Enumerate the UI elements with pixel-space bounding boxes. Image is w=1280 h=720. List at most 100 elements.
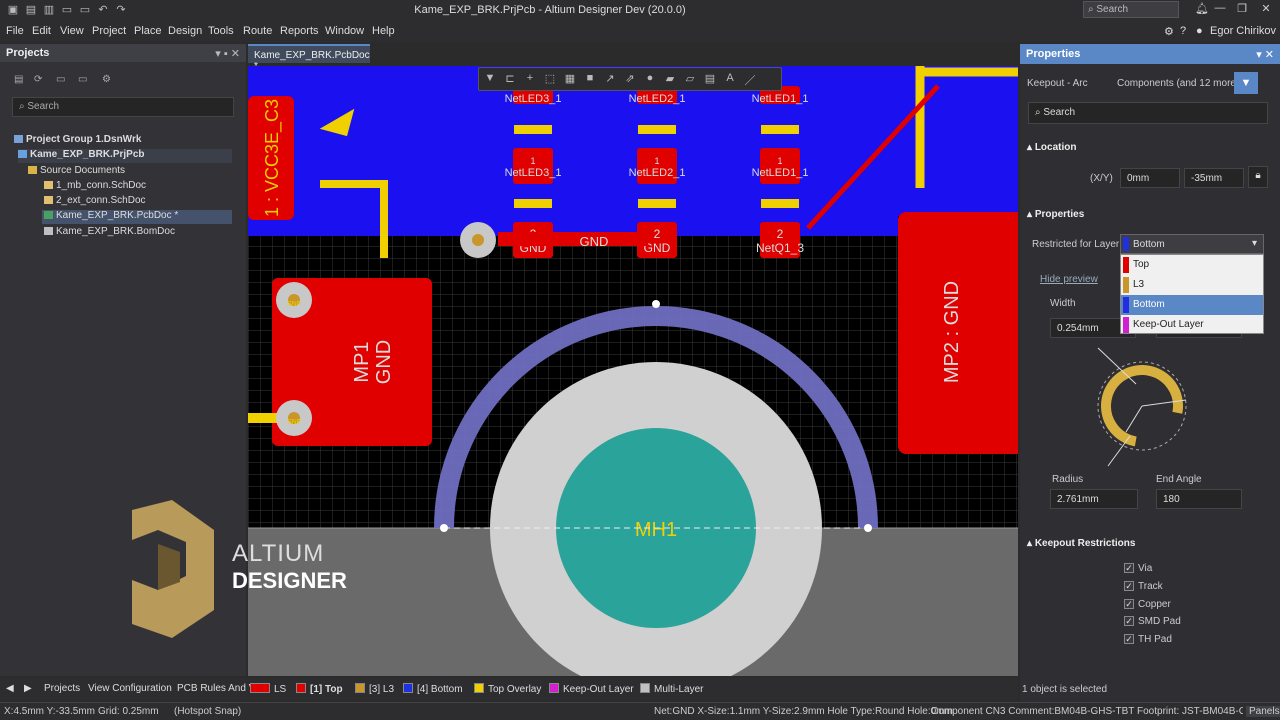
layer-swatch: [1123, 277, 1129, 293]
minimize-button[interactable]: —: [1210, 2, 1230, 18]
menu-window[interactable]: Window: [325, 25, 364, 37]
projects-search-input[interactable]: ⌕ Search: [12, 97, 234, 117]
tree-item-schdoc-2[interactable]: 2_ext_conn.SchDoc: [44, 195, 146, 209]
refresh-icon[interactable]: ⟳: [34, 74, 46, 86]
layer-swatch: [1123, 237, 1129, 251]
chart-icon[interactable]: ▤: [703, 72, 717, 85]
open-folder-icon[interactable]: ▭: [56, 74, 68, 86]
location-section-header[interactable]: ▴ Location: [1027, 142, 1076, 153]
layer-tab-keepout[interactable]: Keep-Out Layer: [549, 683, 634, 695]
menu-route[interactable]: Route: [243, 25, 272, 37]
layer-swatch: [474, 683, 484, 693]
select-icon[interactable]: ⊏: [503, 72, 517, 85]
panel-controls[interactable]: ▾ ✕: [1256, 48, 1274, 61]
document-tab[interactable]: Kame_EXP_BRK.PcbDoc *: [248, 44, 370, 72]
user-avatar-icon[interactable]: ●: [1196, 25, 1203, 37]
th-pad-checkbox[interactable]: ✓: [1124, 634, 1134, 644]
menu-place[interactable]: Place: [134, 25, 162, 37]
close-button[interactable]: ✕: [1256, 2, 1276, 18]
arc-handle: [652, 300, 660, 308]
select-area-icon[interactable]: ⬚: [543, 72, 557, 85]
filter-summary[interactable]: Components (and 12 more): [1117, 78, 1239, 89]
notifications-icon[interactable]: 🔔︎: [1192, 2, 1212, 18]
layer-option-bottom[interactable]: Bottom: [1121, 295, 1263, 315]
maximize-button[interactable]: ❐: [1232, 2, 1252, 18]
tab-projects[interactable]: Projects: [44, 683, 80, 694]
menu-reports[interactable]: Reports: [280, 25, 319, 37]
user-name[interactable]: Egor Chirikov: [1210, 25, 1276, 37]
object-type: Keepout - Arc: [1027, 78, 1088, 89]
diff-pair-icon[interactable]: ⇗: [623, 72, 637, 85]
menu-help[interactable]: Help: [372, 25, 395, 37]
route-icon[interactable]: ↗: [603, 72, 617, 85]
end-angle-label: End Angle: [1156, 474, 1202, 485]
end-angle-field[interactable]: 180: [1156, 489, 1242, 509]
layer-tab-ls[interactable]: LS: [250, 683, 286, 695]
properties-section-header[interactable]: ▴ Properties: [1027, 209, 1084, 220]
layer-tab-l3[interactable]: [3] L3: [355, 683, 394, 695]
lock-icon[interactable]: 🔒︎: [1248, 166, 1268, 188]
scroll-right-icon[interactable]: ▶: [24, 683, 32, 694]
layer-swatch: [549, 683, 559, 693]
component-icon[interactable]: ■: [583, 72, 597, 84]
layer-tab-bottom[interactable]: [4] Bottom: [403, 683, 463, 695]
smd-pad-checkbox[interactable]: ✓: [1124, 616, 1134, 626]
tab-pcb-rules[interactable]: PCB Rules And V: [177, 683, 255, 694]
via-icon[interactable]: ●: [643, 72, 657, 84]
scroll-left-icon[interactable]: ◀: [6, 683, 14, 694]
tree-item-project[interactable]: Kame_EXP_BRK.PrjPcb: [18, 149, 232, 163]
hide-preview-link[interactable]: Hide preview: [1040, 274, 1098, 285]
tree-item-bomdoc[interactable]: Kame_EXP_BRK.BomDoc: [44, 226, 175, 240]
radius-field[interactable]: 2.761mm: [1050, 489, 1138, 509]
align-icon[interactable]: ▦: [563, 72, 577, 85]
menu-edit[interactable]: Edit: [32, 25, 51, 37]
track-checkbox[interactable]: ✓: [1124, 581, 1134, 591]
y-field[interactable]: -35mm: [1184, 168, 1244, 188]
move-icon[interactable]: +: [523, 72, 537, 84]
keepout-section-header[interactable]: ▴ Keepout Restrictions: [1027, 538, 1135, 549]
mp1-net-label: GND: [373, 340, 395, 384]
copper-checkbox[interactable]: ✓: [1124, 599, 1134, 609]
layer-tab-top-overlay[interactable]: Top Overlay: [474, 683, 541, 695]
filter-icon[interactable]: ▼: [483, 72, 497, 84]
layer-label: [1] Top: [310, 684, 343, 695]
tree-item-project-group[interactable]: Project Group 1.DsnWrk: [14, 134, 141, 148]
fill-icon[interactable]: ▰: [663, 72, 677, 85]
layer-tab-top[interactable]: [1] Top: [296, 683, 343, 695]
text-icon[interactable]: A: [723, 72, 737, 84]
properties-search-input[interactable]: ⌕ Search: [1028, 102, 1268, 124]
panels-button[interactable]: Panels: [1246, 706, 1280, 717]
filter-button[interactable]: ▼: [1234, 72, 1258, 94]
menu-design[interactable]: Design: [168, 25, 202, 37]
menu-tools[interactable]: Tools: [208, 25, 234, 37]
layer-swatch: [355, 683, 365, 693]
line-icon[interactable]: ／: [743, 72, 757, 88]
gear-icon[interactable]: ⚙: [102, 74, 114, 86]
global-search-input[interactable]: ⌕ Search: [1083, 1, 1179, 18]
via-checkbox[interactable]: ✓: [1124, 563, 1134, 573]
layer-option-l3[interactable]: L3: [1121, 275, 1263, 295]
settings-icon[interactable]: ⚙: [1164, 25, 1174, 38]
menu-file[interactable]: File: [6, 25, 24, 37]
menu-project[interactable]: Project: [92, 25, 126, 37]
panel-controls[interactable]: ▾ ▪ ✕: [215, 47, 240, 60]
folder-icon[interactable]: ▭: [78, 74, 90, 86]
pad-num: 1: [530, 156, 535, 166]
layer-tab-multilayer[interactable]: Multi-Layer: [640, 683, 703, 695]
net-info: Net:GND X-Size:1.1mm Y-Size:2.9mm Hole T…: [654, 706, 953, 717]
tab-view-configuration[interactable]: View Configuration: [88, 683, 172, 694]
tree-item-pcbdoc[interactable]: Kame_EXP_BRK.PcbDoc *: [42, 210, 232, 224]
layer-option-keepout[interactable]: Keep-Out Layer: [1121, 315, 1263, 335]
layer-option-top[interactable]: Top: [1121, 255, 1263, 275]
menu-view[interactable]: View: [60, 25, 84, 37]
save-project-icon[interactable]: ▤: [14, 74, 26, 86]
x-field[interactable]: 0mm: [1120, 168, 1180, 188]
schematic-icon: [44, 181, 53, 190]
layer-label: Top Overlay: [488, 684, 542, 695]
keepout-icon[interactable]: ▱: [683, 72, 697, 85]
layer-label: Multi-Layer: [654, 684, 704, 695]
tree-item-source-documents[interactable]: Source Documents: [28, 165, 125, 179]
tree-item-schdoc-1[interactable]: 1_mb_conn.SchDoc: [44, 180, 146, 194]
help-icon[interactable]: ?: [1180, 25, 1186, 37]
restricted-layer-select[interactable]: Bottom ▾: [1120, 234, 1264, 254]
